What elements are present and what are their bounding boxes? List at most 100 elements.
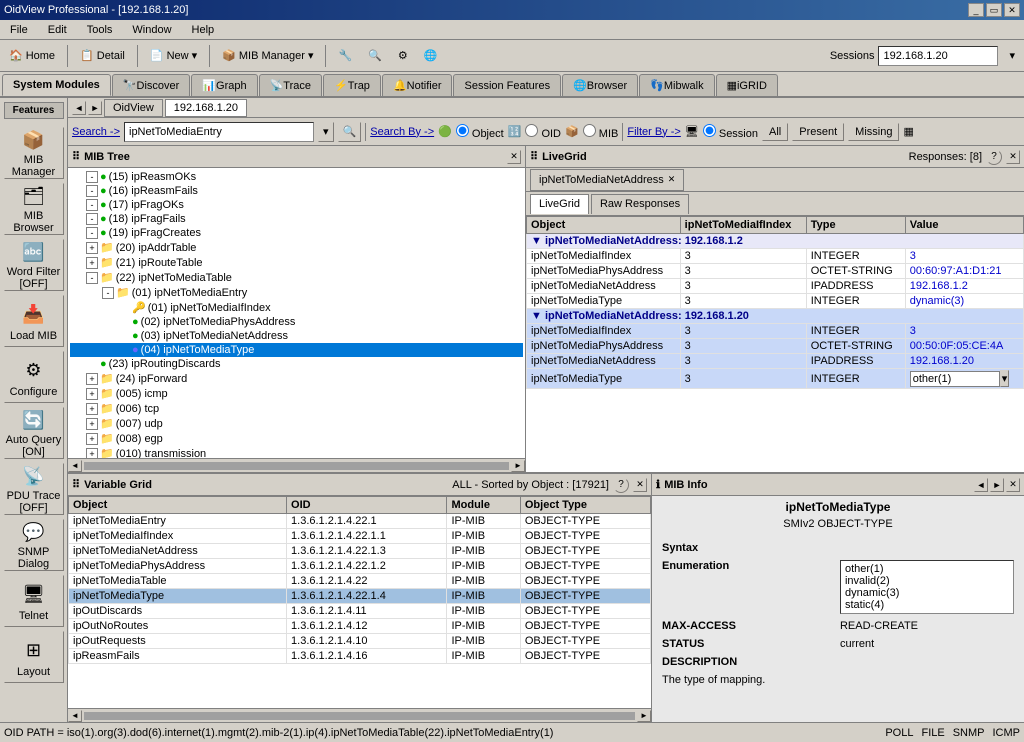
- mib-info-prev[interactable]: ◄: [974, 478, 988, 492]
- mibwalk-tab[interactable]: 👣 Mibwalk: [639, 74, 714, 96]
- mib-info-close[interactable]: ✕: [1006, 478, 1020, 492]
- search-input[interactable]: [124, 122, 314, 142]
- system-modules-tab[interactable]: System Modules: [2, 74, 111, 96]
- filter-missing-button[interactable]: Missing: [848, 123, 899, 141]
- editable-cell[interactable]: ▾: [910, 370, 1019, 387]
- toolbar-home-button[interactable]: 🏠 Home: [2, 43, 62, 69]
- table-row[interactable]: ipNetToMediaNetAddress 3 IPADDRESS 192.1…: [527, 279, 1024, 294]
- livegrid-tab-main[interactable]: LiveGrid: [530, 194, 589, 214]
- vg-scroll-left[interactable]: ◄: [68, 710, 82, 722]
- table-row[interactable]: ipNetToMediaPhysAddress 1.3.6.1.2.1.4.22…: [69, 559, 651, 574]
- list-item[interactable]: + 📁 (008) egp: [70, 431, 523, 446]
- menu-help[interactable]: Help: [186, 22, 221, 38]
- search-by-mib-radio[interactable]: [583, 124, 596, 137]
- livegrid-tab-raw[interactable]: Raw Responses: [591, 194, 689, 214]
- list-item[interactable]: - ● (15) ipReasmOKs: [70, 170, 523, 184]
- expand-icon[interactable]: +: [86, 257, 98, 269]
- expand-icon[interactable]: +: [86, 433, 98, 445]
- vg-help-button[interactable]: ?: [613, 477, 629, 493]
- search-by-object-radio[interactable]: [456, 124, 469, 137]
- close-button[interactable]: ✕: [1004, 3, 1020, 17]
- expand-icon[interactable]: +: [86, 373, 98, 385]
- list-item[interactable]: + 📁 (005) icmp: [70, 386, 523, 401]
- table-row[interactable]: ipNetToMediaPhysAddress 3 OCTET-STRING 0…: [527, 339, 1024, 354]
- table-row[interactable]: ipNetToMediaType 1.3.6.1.2.1.4.22.1.4 IP…: [69, 589, 651, 604]
- sessions-dropdown-button[interactable]: ▾: [1002, 43, 1022, 69]
- expand-icon[interactable]: -: [86, 199, 98, 211]
- list-item[interactable]: ● (04) ipNetToMediaType: [70, 343, 523, 357]
- list-item[interactable]: + 📁 (007) udp: [70, 416, 523, 431]
- list-item[interactable]: + 📁 (24) ipForward: [70, 371, 523, 386]
- list-item[interactable]: - ● (16) ipReasmFails: [70, 184, 523, 198]
- igrid-tab[interactable]: ▦ iGRID: [716, 74, 778, 96]
- scroll-track[interactable]: [84, 462, 509, 470]
- toolbar-icon1-button[interactable]: 🔧: [331, 43, 359, 69]
- expand-icon[interactable]: +: [86, 242, 98, 254]
- filter-by-label[interactable]: Filter By ->: [627, 126, 680, 138]
- trap-tab[interactable]: ⚡ Trap: [323, 74, 381, 96]
- sidebar-load-mib[interactable]: 📥 Load MIB: [4, 295, 64, 347]
- list-item[interactable]: - ● (17) ipFragOKs: [70, 198, 523, 212]
- oidview-next-arrow[interactable]: ►: [88, 101, 102, 115]
- vg-scroll-track[interactable]: [84, 712, 635, 720]
- table-row[interactable]: ipNetToMediaNetAddress 1.3.6.1.2.1.4.22.…: [69, 544, 651, 559]
- sidebar-word-filter[interactable]: 🔤 Word Filter [OFF]: [4, 239, 64, 291]
- table-row[interactable]: ipOutRequests 1.3.6.1.2.1.4.10 IP-MIB OB…: [69, 634, 651, 649]
- vg-close-button[interactable]: ✕: [633, 478, 647, 492]
- graph-tab[interactable]: 📊 Graph: [191, 74, 257, 96]
- discover-tab[interactable]: 🔭 Discover: [112, 74, 191, 96]
- trace-tab[interactable]: 📡 Trace: [259, 74, 322, 96]
- vg-scrollbar[interactable]: ◄ ►: [68, 708, 651, 722]
- search-icon-button[interactable]: 🔍: [338, 122, 362, 142]
- toolbar-icon4-button[interactable]: 🌐: [417, 43, 445, 69]
- list-item[interactable]: + 📁 (21) ipRouteTable: [70, 255, 523, 270]
- expand-icon[interactable]: +: [86, 388, 98, 400]
- table-row[interactable]: ipOutNoRoutes 1.3.6.1.2.1.4.12 IP-MIB OB…: [69, 619, 651, 634]
- expand-icon[interactable]: -: [102, 287, 114, 299]
- sidebar-mib-manager[interactable]: 📦 MIB Manager: [4, 127, 64, 179]
- object-tab[interactable]: ipNetToMediaNetAddress ✕: [530, 169, 684, 191]
- toolbar-icon2-button[interactable]: 🔍: [361, 43, 389, 69]
- livegrid-close-button[interactable]: ✕: [1006, 150, 1020, 164]
- table-row[interactable]: ipNetToMediaPhysAddress 3 OCTET-STRING 0…: [527, 264, 1024, 279]
- menu-file[interactable]: File: [4, 22, 34, 38]
- expand-icon[interactable]: +: [86, 403, 98, 415]
- search-dropdown-button[interactable]: ▾: [318, 122, 334, 142]
- minimize-button[interactable]: _: [968, 3, 984, 17]
- menu-edit[interactable]: Edit: [42, 22, 73, 38]
- list-item[interactable]: - 📁 (01) ipNetToMediaEntry: [70, 285, 523, 300]
- notifier-tab[interactable]: 🔔 Notifier: [382, 74, 453, 96]
- mib-info-next[interactable]: ►: [990, 478, 1004, 492]
- list-item[interactable]: + 📁 (20) ipAddrTable: [70, 240, 523, 255]
- sidebar-pdu-trace[interactable]: 📡 PDU Trace [OFF]: [4, 463, 64, 515]
- maximize-button[interactable]: ▭: [986, 3, 1002, 17]
- menu-tools[interactable]: Tools: [81, 22, 119, 38]
- sidebar-layout[interactable]: ⊞ Layout: [4, 631, 64, 683]
- filter-present-button[interactable]: Present: [792, 123, 844, 141]
- sidebar-configure[interactable]: ⚙ Configure: [4, 351, 64, 403]
- expand-icon[interactable]: -: [86, 272, 98, 284]
- toolbar-detail-button[interactable]: 📋 Detail: [73, 43, 132, 69]
- table-row[interactable]: ipOutDiscards 1.3.6.1.2.1.4.11 IP-MIB OB…: [69, 604, 651, 619]
- table-row[interactable]: ipNetToMediaType 3 INTEGER ▾: [527, 369, 1024, 389]
- list-item[interactable]: 🔑 (01) ipNetToMediaIfIndex: [70, 300, 523, 315]
- expand-icon[interactable]: -: [86, 171, 98, 183]
- list-item[interactable]: + 📁 (010) transmission: [70, 446, 523, 458]
- table-row[interactable]: ipNetToMediaTable 1.3.6.1.2.1.4.22 IP-MI…: [69, 574, 651, 589]
- value-edit-input[interactable]: [910, 371, 1000, 387]
- list-item[interactable]: ● (23) ipRoutingDiscards: [70, 357, 523, 371]
- table-row[interactable]: ipNetToMediaIfIndex 3 INTEGER 3: [527, 249, 1024, 264]
- list-item[interactable]: ● (03) ipNetToMediaNetAddress: [70, 329, 523, 343]
- sidebar-auto-query[interactable]: 🔄 Auto Query [ON]: [4, 407, 64, 459]
- scroll-left-arrow[interactable]: ◄: [68, 460, 82, 472]
- sidebar-mib-browser[interactable]: 🗂 MIB Browser: [4, 183, 64, 235]
- search-by-label[interactable]: Search By ->: [370, 126, 434, 138]
- expand-icon[interactable]: -: [86, 213, 98, 225]
- expand-icon[interactable]: -: [86, 227, 98, 239]
- table-row[interactable]: ipNetToMediaType 3 INTEGER dynamic(3): [527, 294, 1024, 309]
- help-button[interactable]: ?: [986, 149, 1002, 165]
- list-item[interactable]: + 📁 (006) tcp: [70, 401, 523, 416]
- search-by-oid-radio[interactable]: [525, 124, 538, 137]
- toolbar-new-button[interactable]: 📄 New ▾: [143, 43, 204, 69]
- object-tab-close[interactable]: ✕: [668, 174, 676, 185]
